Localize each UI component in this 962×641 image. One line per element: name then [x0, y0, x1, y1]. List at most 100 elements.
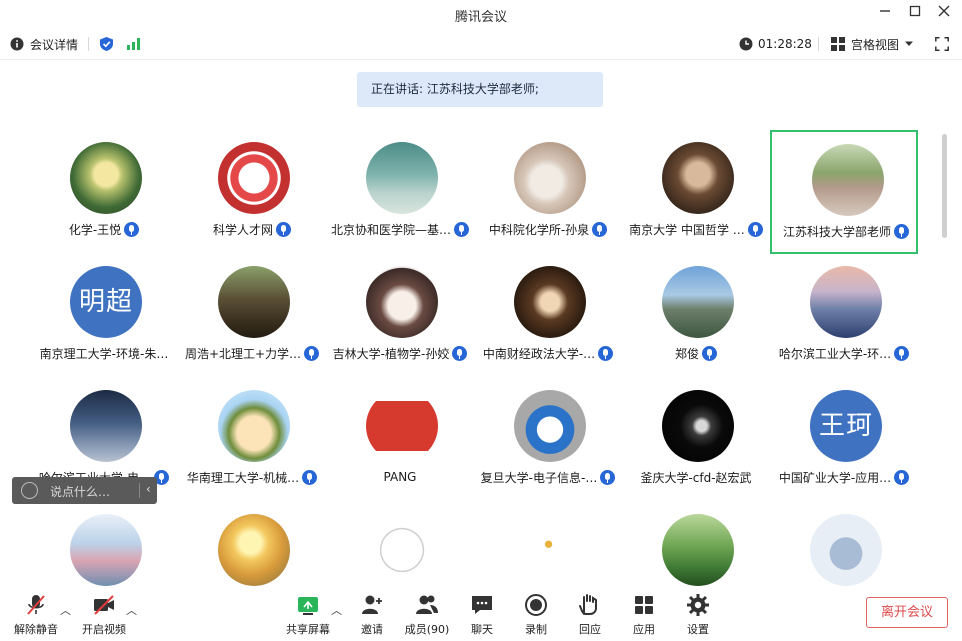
mic-icon	[276, 221, 291, 237]
record-button[interactable]: 录制	[516, 590, 556, 638]
participant-tile[interactable]: 华南理工大学-机械…	[178, 378, 326, 502]
participant-name-row: 南京理工大学-环境-朱…	[30, 344, 178, 362]
fullscreen-button[interactable]	[935, 34, 949, 54]
chevron-up-icon[interactable]: ︿	[60, 602, 71, 618]
avatar	[514, 142, 586, 214]
mic-icon	[598, 345, 614, 361]
chat-button[interactable]: 聊天	[462, 590, 502, 638]
add-user-icon	[359, 592, 385, 618]
view-mode-label: 宫格视图	[851, 37, 900, 52]
avatar	[514, 514, 586, 586]
participant-tile[interactable]: 郑俊	[622, 254, 770, 378]
share-screen-label: 共享屏幕	[286, 623, 330, 636]
mic-icon	[747, 221, 763, 237]
signal-icon	[127, 38, 140, 50]
unmute-label: 解除静音	[14, 623, 58, 636]
members-button[interactable]: 成员(90)	[402, 590, 452, 638]
maximize-icon	[909, 5, 921, 17]
minimize-icon	[880, 10, 890, 12]
meeting-details-button[interactable]: 会议详情	[10, 34, 78, 54]
grid-view-icon	[831, 37, 845, 51]
react-button[interactable]: 回应	[570, 590, 610, 638]
fullscreen-icon	[935, 37, 949, 51]
participant-name-row: PANG	[326, 468, 474, 486]
participant-tile[interactable]: 中科院化学所-孙泉	[474, 130, 622, 254]
participant-tile[interactable]: 南京大学 中国哲学 …	[622, 130, 770, 254]
minimize-button[interactable]	[875, 4, 895, 22]
quick-chat-box[interactable]: 说点什么… ‹	[12, 477, 157, 504]
participant-tile[interactable]	[178, 502, 326, 588]
participant-tile[interactable]: 吉林大学-植物学-孙姣	[326, 254, 474, 378]
settings-button[interactable]: 设置	[678, 590, 718, 638]
security-indicator[interactable]	[99, 34, 114, 54]
chevron-up-icon[interactable]: ︿	[331, 602, 342, 618]
participant-name-row: 南京大学 中国哲学 …	[622, 220, 770, 238]
apps-button[interactable]: 应用	[624, 590, 664, 638]
participant-name: 中科院化学所-孙泉	[488, 222, 590, 237]
participant-tile-active[interactable]: 江苏科技大学部老师	[770, 130, 918, 254]
participant-tile[interactable]: 科学人才网	[178, 130, 326, 254]
participant-tile[interactable]	[30, 502, 178, 588]
avatar	[366, 390, 438, 462]
network-indicator[interactable]	[127, 34, 141, 54]
participant-name-row: 中国矿业大学-应用…	[770, 468, 918, 486]
invite-label: 邀请	[361, 623, 383, 636]
avatar	[218, 390, 290, 462]
participant-tile[interactable]: 复旦大学-电子信息-…	[474, 378, 622, 502]
participant-tile[interactable]: 周浩+北理工+力学…	[178, 254, 326, 378]
avatar	[662, 514, 734, 586]
apps-label: 应用	[633, 623, 655, 636]
close-button[interactable]	[934, 4, 954, 22]
avatar	[218, 514, 290, 586]
participant-name-row: 复旦大学-电子信息-…	[474, 468, 622, 486]
participant-tile[interactable]: 化学-王悦	[30, 130, 178, 254]
participant-name: 化学-王悦	[68, 222, 122, 237]
apps-grid-icon	[631, 592, 657, 618]
members-label: 成员(90)	[404, 623, 450, 636]
participant-grid: 化学-王悦 科学人才网 北京协和医学院—基… 中科院化学所-孙泉 南京大学 中国哲学 ……	[30, 130, 930, 588]
participant-name: 吉林大学-植物学-孙姣	[332, 346, 450, 361]
start-video-button[interactable]: 开启视频	[78, 590, 130, 638]
participant-tile[interactable]: 中南财经政法大学-…	[474, 254, 622, 378]
avatar	[514, 390, 586, 462]
chevron-up-icon[interactable]: ︿	[126, 602, 137, 618]
view-mode-dropdown[interactable]: 宫格视图	[831, 34, 914, 54]
leave-meeting-button[interactable]: 离开会议	[866, 597, 948, 628]
participant-name: 釜庆大学-cfd-赵宏武	[640, 470, 752, 485]
participant-name: 南京大学 中国哲学 …	[629, 222, 745, 237]
meeting-details-label: 会议详情	[30, 37, 79, 52]
gear-icon	[685, 592, 711, 618]
participant-tile[interactable]	[770, 502, 918, 588]
participant-tile[interactable]	[326, 502, 474, 588]
participant-tile[interactable]: 哈尔滨工业大学-环…	[770, 254, 918, 378]
mic-icon	[702, 345, 717, 361]
chat-bubble-icon	[469, 592, 495, 618]
participant-tile[interactable]: 北京协和医学院—基…	[326, 130, 474, 254]
participant-tile[interactable]	[622, 502, 770, 588]
settings-label: 设置	[687, 623, 709, 636]
participant-tile[interactable]: 王珂 中国矿业大学-应用…	[770, 378, 918, 502]
close-icon	[938, 5, 950, 17]
participant-tile[interactable]	[474, 502, 622, 588]
caret-down-icon	[905, 41, 914, 46]
participant-name: 南京理工大学-环境-朱…	[39, 346, 169, 361]
invite-button[interactable]: 邀请	[352, 590, 392, 638]
scrollbar-thumb[interactable]	[942, 134, 947, 238]
mic-icon	[452, 345, 468, 361]
participant-name: 周浩+北理工+力学…	[184, 346, 302, 361]
participant-name: 江苏科技大学部老师	[782, 224, 891, 239]
chat-input-placeholder[interactable]: 说点什么…	[50, 483, 110, 500]
participant-name-row: 北京协和医学院—基…	[326, 220, 474, 238]
participant-tile[interactable]: 明超 南京理工大学-环境-朱…	[30, 254, 178, 378]
unmute-button[interactable]: 解除静音	[12, 590, 60, 638]
participant-name-row: 科学人才网	[178, 220, 326, 238]
info-icon	[10, 37, 24, 51]
emoji-icon[interactable]	[21, 482, 38, 499]
maximize-button[interactable]	[905, 4, 925, 22]
participant-name-row: 江苏科技大学部老师	[772, 222, 920, 240]
participant-tile[interactable]: 釜庆大学-cfd-赵宏武	[622, 378, 770, 502]
chevron-left-icon[interactable]: ‹	[146, 482, 151, 496]
participant-tile[interactable]: PANG	[326, 378, 474, 502]
share-screen-button[interactable]: 共享屏幕	[282, 590, 334, 638]
participant-name: 哈尔滨工业大学-环…	[778, 346, 892, 361]
